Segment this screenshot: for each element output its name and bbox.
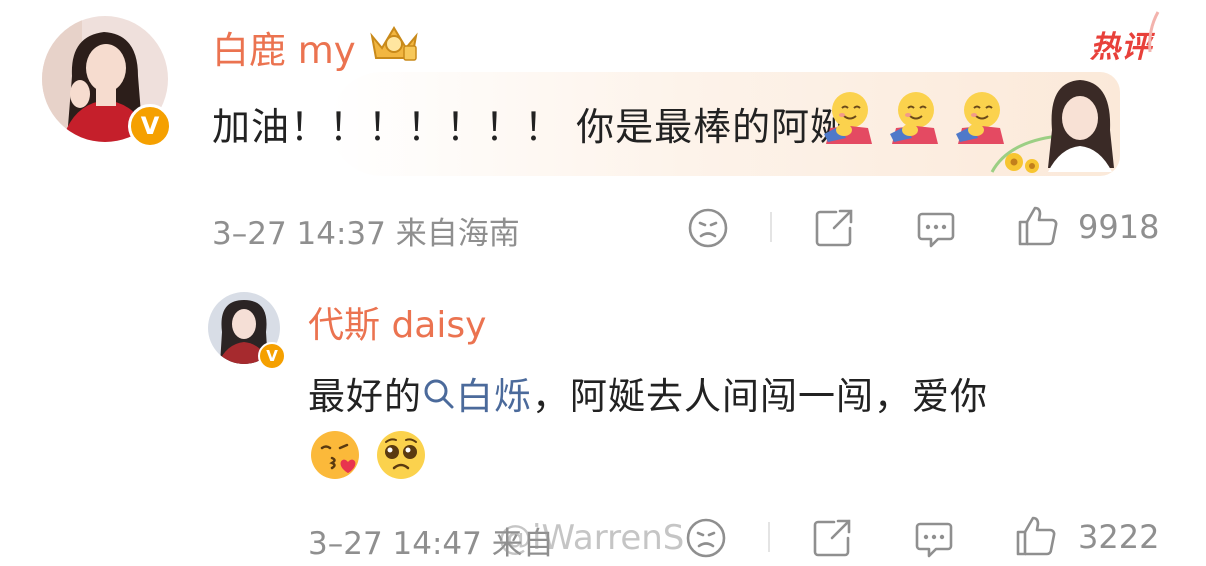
hot-comment-label: 热评 bbox=[1090, 30, 1152, 65]
comment-text: 加油！！！！！！！ 你是最棒的阿娫 bbox=[212, 105, 850, 149]
like-icon[interactable] bbox=[1016, 204, 1060, 248]
emoji-row bbox=[820, 88, 1006, 146]
kiss-emoji-icon bbox=[311, 431, 359, 479]
search-icon bbox=[424, 379, 454, 409]
comment-icon[interactable] bbox=[912, 516, 956, 560]
dislike-emoji-icon[interactable] bbox=[686, 206, 730, 250]
decoration-portrait-icon bbox=[1040, 72, 1120, 172]
verified-badge: V bbox=[258, 342, 286, 370]
dislike-emoji-icon[interactable] bbox=[684, 516, 728, 560]
comment-username[interactable]: 白鹿 my bbox=[212, 20, 356, 74]
reply-text-prefix: 最好的 bbox=[308, 375, 422, 418]
reply-text-suffix: ，阿娫去人间闯一闯，爱你 bbox=[532, 375, 988, 418]
share-icon[interactable] bbox=[810, 516, 854, 560]
hug-emoji-icon bbox=[956, 92, 1004, 144]
crown-badge-icon bbox=[366, 18, 422, 66]
hug-emoji-icon bbox=[890, 92, 938, 144]
topic-label: 白烁 bbox=[456, 375, 532, 418]
like-icon[interactable] bbox=[1014, 514, 1058, 558]
watermark: @iWarrenS bbox=[498, 518, 685, 558]
hug-emoji-icon bbox=[824, 92, 872, 144]
emoji-row bbox=[308, 428, 428, 482]
pleading-emoji-icon bbox=[377, 431, 425, 479]
topic-link[interactable]: 白烁 bbox=[422, 375, 532, 418]
comment-meta: 3–27 14:37 来自海南 bbox=[212, 216, 520, 252]
verified-badge: V bbox=[128, 104, 172, 148]
comment-icon[interactable] bbox=[914, 206, 958, 250]
reply-text: 最好的 白烁，阿娫去人间闯一闯，爱你 bbox=[308, 366, 988, 420]
reply-username[interactable]: 代斯 daisy bbox=[308, 296, 486, 348]
share-icon[interactable] bbox=[812, 206, 856, 250]
like-count: 9918 bbox=[1078, 208, 1160, 246]
divider bbox=[768, 522, 770, 552]
hot-decoration-icon bbox=[1148, 11, 1160, 53]
divider bbox=[770, 212, 772, 242]
like-count: 3222 bbox=[1078, 518, 1160, 556]
